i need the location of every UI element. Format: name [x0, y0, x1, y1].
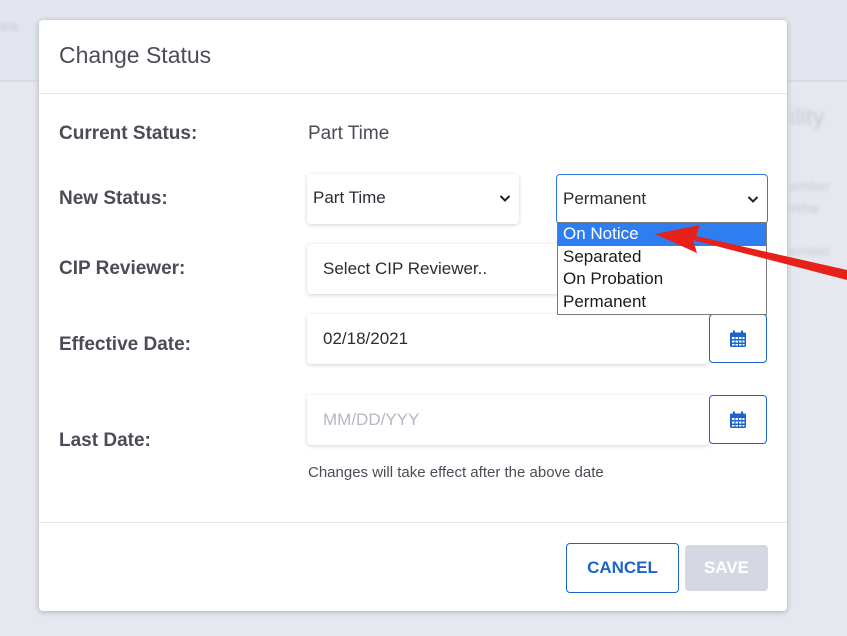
chevron-down-icon	[747, 196, 759, 203]
current-status-value: Part Time	[308, 123, 390, 144]
background-text: ember	[790, 243, 830, 259]
effective-date-calendar-button[interactable]	[709, 314, 767, 363]
effective-date-label: Effective Date:	[59, 334, 191, 355]
calendar-icon	[730, 411, 746, 428]
last-date-calendar-button[interactable]	[709, 395, 767, 444]
current-status-label: Current Status:	[59, 123, 198, 144]
dropdown-option-separated[interactable]: Separated	[558, 246, 766, 269]
cip-reviewer-placeholder: Select CIP Reviewer..	[323, 259, 488, 278]
last-date-input[interactable]: MM/DD/YYY	[307, 395, 709, 445]
effective-date-hint: Changes will take effect after the above…	[308, 464, 604, 481]
status-type-dropdown-list: On Notice Separated On Probation Permane…	[557, 222, 767, 315]
chevron-down-icon	[499, 195, 511, 202]
cip-reviewer-label: CIP Reviewer:	[59, 258, 186, 279]
effective-date-input[interactable]: 02/18/2021	[307, 314, 709, 364]
employment-type-value: Part Time	[313, 188, 386, 207]
status-type-value: Permanent	[563, 189, 647, 208]
dialog-title: Change Status	[59, 42, 212, 68]
dropdown-option-on-notice[interactable]: On Notice	[558, 223, 766, 246]
effective-date-value: 02/18/2021	[323, 329, 409, 348]
new-status-label: New Status:	[59, 188, 168, 209]
background-text: ea	[0, 18, 18, 35]
status-type-select[interactable]: Permanent	[556, 174, 768, 224]
last-date-label: Last Date:	[59, 430, 151, 451]
save-button[interactable]: SAVE	[685, 545, 768, 591]
dropdown-option-on-probation[interactable]: On Probation	[558, 268, 766, 291]
dialog-header: Change Status	[39, 20, 787, 94]
cancel-button[interactable]: CANCEL	[566, 543, 679, 593]
background-text: Wha	[790, 200, 819, 216]
change-status-dialog: Change Status Current Status: Part Time …	[39, 20, 787, 611]
background-text: ility	[790, 104, 825, 131]
dropdown-option-permanent[interactable]: Permanent	[558, 291, 766, 314]
calendar-icon	[730, 330, 746, 347]
last-date-placeholder: MM/DD/YYY	[323, 410, 420, 429]
footer-divider	[39, 522, 787, 523]
background-text: ember	[790, 178, 830, 194]
employment-type-select[interactable]: Part Time	[307, 174, 519, 224]
